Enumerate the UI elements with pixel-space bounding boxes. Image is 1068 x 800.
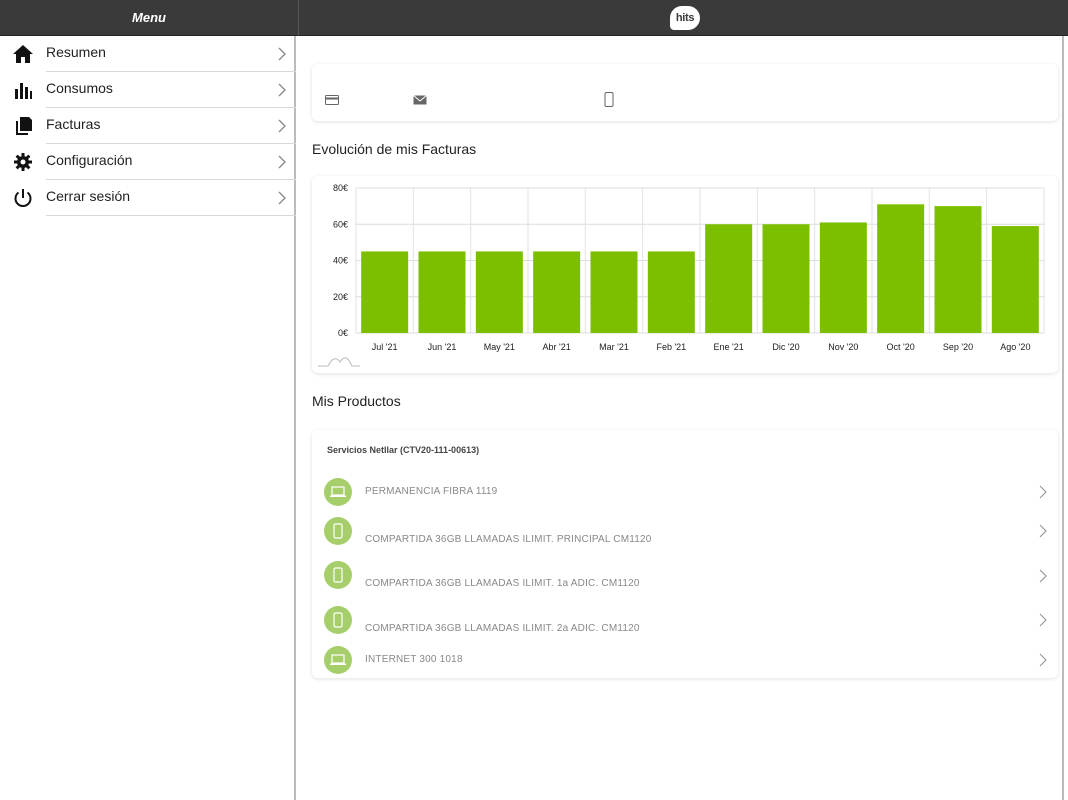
product-row[interactable]: INTERNET 300 1018: [312, 642, 1058, 682]
product-row[interactable]: COMPARTIDA 36GB LLAMADAS ILIMIT. 1a ADIC…: [312, 561, 1058, 601]
product-label: COMPARTIDA 36GB LLAMADAS ILIMIT. 1a ADIC…: [365, 578, 640, 589]
products-title: Mis Productos: [312, 393, 401, 409]
x-tick-label: May '21: [484, 342, 515, 352]
bar[interactable]: [647, 251, 695, 333]
sidebar-item-configuracion[interactable]: Configuración: [0, 144, 296, 180]
mobile-phone-icon: [324, 517, 352, 545]
summary-card: [312, 64, 1058, 121]
invoices-bar-chart: 0€ 20€ 40€ 60€ 80€ Jul '21 Jun '21 May '21 Abr '…: [318, 183, 1045, 367]
y-tick-label: 20€: [333, 292, 348, 302]
documents-icon: [16, 117, 32, 135]
chevron-right-icon: [278, 191, 286, 205]
x-tick-label: Feb '21: [656, 342, 686, 352]
bar[interactable]: [418, 251, 466, 333]
sidebar-item-label: Configuración: [46, 152, 133, 168]
gear-icon: [14, 153, 32, 171]
menu-title: Menu: [0, 0, 299, 36]
divider: [46, 215, 296, 216]
y-tick-label: 60€: [333, 219, 348, 229]
x-tick-label: Jul '21: [372, 342, 398, 352]
x-tick-label: Oct '20: [887, 342, 915, 352]
bar[interactable]: [819, 222, 867, 333]
sparkline-icon: [318, 357, 360, 367]
sidebar-item-facturas[interactable]: Facturas: [0, 108, 296, 144]
bar[interactable]: [877, 204, 925, 333]
bar[interactable]: [590, 251, 638, 333]
x-tick-label: Ago '20: [1000, 342, 1030, 352]
x-tick-label: Abr '21: [543, 342, 571, 352]
sidebar-item-label: Consumos: [46, 80, 113, 96]
home-icon: [13, 45, 33, 63]
sidebar-item-resumen[interactable]: Resumen: [0, 36, 296, 72]
x-tick-label: Jun '21: [428, 342, 457, 352]
chevron-right-icon: [278, 155, 286, 169]
product-label: COMPARTIDA 36GB LLAMADAS ILIMIT. 2a ADIC…: [365, 623, 640, 634]
laptop-icon: [324, 646, 352, 674]
x-tick-label: Ene '21: [714, 342, 744, 352]
invoices-chart-card: 0€ 20€ 40€ 60€ 80€ Jul '21 Jun '21 May '21 Abr '…: [312, 176, 1058, 373]
y-tick-label: 0€: [338, 328, 348, 338]
x-tick-label: Mar '21: [599, 342, 629, 352]
product-label: INTERNET 300 1018: [365, 654, 463, 665]
chevron-right-icon: [1039, 613, 1047, 627]
envelope-icon[interactable]: [413, 94, 427, 106]
bar[interactable]: [533, 251, 581, 333]
sidebar-item-label: Resumen: [46, 44, 106, 60]
chevron-right-icon: [278, 47, 286, 61]
sidebar-item-cerrar-sesion[interactable]: Cerrar sesión: [0, 180, 296, 216]
x-tick-label: Sep '20: [943, 342, 973, 352]
invoices-title: Evolución de mis Facturas: [312, 141, 477, 157]
service-title: Servicios Netllar (CTV20-111-00613): [327, 445, 480, 455]
mobile-phone-icon: [324, 561, 352, 589]
laptop-icon: [324, 478, 352, 506]
chevron-right-icon: [1039, 524, 1047, 538]
x-tick-label: Nov '20: [828, 342, 858, 352]
product-row[interactable]: COMPARTIDA 36GB LLAMADAS ILIMIT. PRINCIP…: [312, 516, 1058, 556]
sidebar-item-consumos[interactable]: Consumos: [0, 72, 296, 108]
bar[interactable]: [991, 226, 1039, 333]
mobile-phone-icon[interactable]: [604, 92, 614, 107]
y-tick-label: 80€: [333, 183, 348, 193]
main-scrollbar[interactable]: [1062, 36, 1064, 800]
sidebar-item-label: Facturas: [46, 116, 101, 132]
bar[interactable]: [705, 224, 753, 333]
bar[interactable]: [934, 206, 982, 333]
x-tick-label: Dic '20: [772, 342, 799, 352]
chevron-right-icon: [278, 83, 286, 97]
chevron-right-icon: [1039, 485, 1047, 499]
products-card: Servicios Netllar (CTV20-111-00613) PERM…: [312, 430, 1058, 678]
product-row[interactable]: COMPARTIDA 36GB LLAMADAS ILIMIT. 2a ADIC…: [312, 605, 1058, 645]
product-label: COMPARTIDA 36GB LLAMADAS ILIMIT. PRINCIP…: [365, 534, 652, 545]
mobile-phone-icon: [324, 606, 352, 634]
bar[interactable]: [762, 224, 810, 333]
product-label: PERMANENCIA FIBRA 1119: [365, 486, 498, 497]
chevron-right-icon: [278, 119, 286, 133]
product-row[interactable]: PERMANENCIA FIBRA 1119: [312, 472, 1058, 512]
power-icon: [14, 189, 32, 207]
chevron-right-icon: [1039, 569, 1047, 583]
top-bar: Menu hits: [0, 0, 1068, 36]
bar-chart-icon: [15, 83, 32, 99]
credit-card-icon[interactable]: [325, 94, 339, 106]
sidebar-item-label: Cerrar sesión: [46, 188, 131, 204]
hits-logo[interactable]: hits: [670, 6, 700, 30]
bar[interactable]: [475, 251, 523, 333]
bar[interactable]: [361, 251, 409, 333]
y-tick-label: 40€: [333, 256, 348, 266]
sidebar: Resumen Consumos Facturas Configuración …: [0, 36, 296, 800]
chevron-right-icon: [1039, 653, 1047, 667]
